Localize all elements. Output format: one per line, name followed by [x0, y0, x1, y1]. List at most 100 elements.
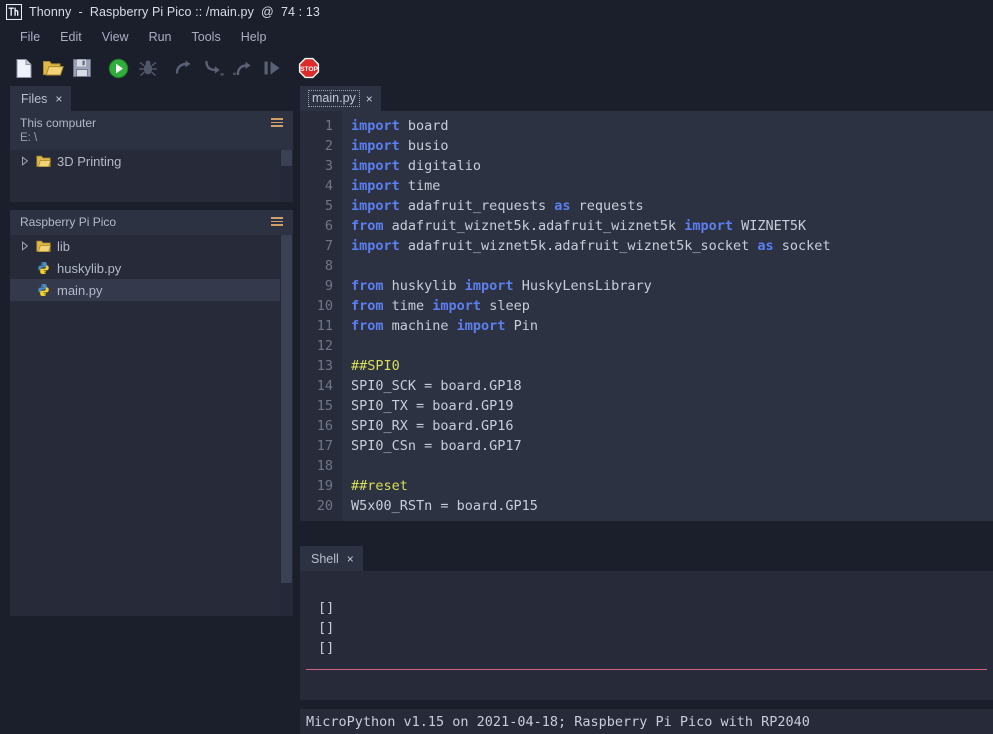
tab-files[interactable]: Files ×	[10, 86, 71, 111]
editor-tab-row: main.py ×	[300, 86, 993, 111]
code-keyword: import	[432, 298, 481, 314]
line-number: 4	[300, 176, 333, 196]
panes-divider	[10, 202, 293, 210]
device-files-scrollbar[interactable]	[280, 235, 293, 616]
save-icon	[72, 58, 92, 78]
scrollbar-thumb[interactable]	[281, 150, 292, 166]
menu-help[interactable]: Help	[231, 28, 277, 46]
menu-file[interactable]: File	[10, 28, 50, 46]
toolbar-open-file[interactable]	[39, 55, 66, 82]
toolbar-run[interactable]	[105, 55, 132, 82]
window-title-bar: Thonny - Raspberry Pi Pico :: /main.py @…	[0, 0, 993, 24]
tab-shell-label: Shell	[311, 552, 339, 566]
tab-files-label: Files	[21, 92, 47, 106]
toolbar-step-out[interactable]	[229, 55, 256, 82]
run-play-icon	[108, 58, 129, 79]
code-keyword: import	[351, 118, 400, 134]
shell-banner-line-1: MicroPython v1.15 on 2021-04-18; Raspber…	[306, 712, 993, 732]
code-line: from huskylib import HuskyLensLibrary	[351, 276, 993, 296]
window-title-text: Thonny - Raspberry Pi Pico :: /main.py @…	[29, 5, 320, 19]
list-item[interactable]: 3D Printing	[10, 150, 293, 172]
local-files-title: This computer	[20, 116, 283, 131]
toolbar-save-file[interactable]	[68, 55, 95, 82]
code-token: SPI0_RX = board.GP16	[351, 418, 514, 434]
list-item[interactable]: huskylib.py	[10, 257, 293, 279]
tab-main-py[interactable]: main.py ×	[300, 86, 381, 111]
code-keyword: from	[351, 218, 384, 234]
editor-shell-pane: main.py × 123456789101112131415161718192…	[300, 86, 993, 709]
menu-run[interactable]: Run	[139, 28, 182, 46]
tab-shell[interactable]: Shell ×	[300, 546, 363, 571]
code-keyword: from	[351, 298, 384, 314]
list-item-label: main.py	[57, 283, 103, 298]
local-files-list: 3D Printing	[10, 150, 293, 202]
local-files-path: E: \	[20, 131, 283, 146]
menu-edit[interactable]: Edit	[50, 28, 92, 46]
close-icon[interactable]: ×	[347, 553, 354, 565]
toolbar-step-over[interactable]	[171, 55, 198, 82]
menu-view[interactable]: View	[92, 28, 139, 46]
code-token: SPI0_CSn = board.GP17	[351, 438, 522, 454]
list-item[interactable]: lib	[10, 235, 293, 257]
device-files-header: Raspberry Pi Pico	[10, 210, 293, 235]
code-line: import adafruit_wiznet5k.adafruit_wiznet…	[351, 236, 993, 256]
close-icon[interactable]: ×	[366, 93, 373, 105]
toolbar-stop[interactable]: STOP	[295, 55, 322, 82]
device-files-list: lib huskylib.py main.py	[10, 235, 293, 616]
toolbar-step-into[interactable]	[200, 55, 227, 82]
code-line: import busio	[351, 136, 993, 156]
menu-tools[interactable]: Tools	[182, 28, 231, 46]
hamburger-menu-icon[interactable]	[271, 217, 283, 226]
code-line: from adafruit_wiznet5k.adafruit_wiznet5k…	[351, 216, 993, 236]
list-item[interactable]: main.py	[10, 279, 293, 301]
shell-scrollback-line: []	[318, 618, 993, 638]
code-line	[351, 256, 993, 276]
code-text[interactable]: import boardimport busioimport digitalio…	[342, 111, 993, 521]
code-line: from machine import Pin	[351, 316, 993, 336]
line-number: 2	[300, 136, 333, 156]
code-line: import board	[351, 116, 993, 136]
code-editor[interactable]: 1234567891011121314151617181920 import b…	[300, 111, 993, 521]
code-line: SPI0_CSn = board.GP17	[351, 436, 993, 456]
step-over-icon	[174, 59, 196, 77]
step-into-icon	[203, 59, 225, 77]
code-line: SPI0_RX = board.GP16	[351, 416, 993, 436]
toolbar-debug[interactable]	[134, 55, 161, 82]
close-icon[interactable]: ×	[55, 93, 62, 105]
line-number: 5	[300, 196, 333, 216]
local-files-header: This computer E: \	[10, 111, 293, 150]
toolbar-new-file[interactable]	[10, 55, 37, 82]
chevron-right-icon[interactable]	[20, 241, 30, 251]
line-number: 15	[300, 396, 333, 416]
shell-console[interactable]: [][][] MicroPython v1.15 on 2021-04-18; …	[300, 571, 993, 734]
code-token: socket	[774, 238, 831, 254]
code-token: huskylib	[384, 278, 465, 294]
scrollbar-thumb[interactable]	[281, 235, 292, 583]
local-files-scrollbar[interactable]	[280, 150, 293, 202]
line-number: 6	[300, 216, 333, 236]
local-files-panel: This computer E: \ 3D Printing	[10, 111, 293, 202]
menu-bar: File Edit View Run Tools Help	[0, 24, 993, 50]
chevron-right-icon[interactable]	[20, 156, 30, 166]
shell-scrollback-line: []	[318, 638, 993, 658]
code-keyword: from	[351, 278, 384, 294]
code-keyword: from	[351, 318, 384, 334]
python-file-icon	[36, 261, 51, 275]
device-files-panel: Raspberry Pi Pico lib	[10, 210, 293, 616]
new-file-icon	[14, 58, 34, 79]
code-keyword: import	[351, 198, 400, 214]
toolbar-resume[interactable]	[258, 55, 285, 82]
list-item-label: huskylib.py	[57, 261, 121, 276]
code-keyword: import	[351, 158, 400, 174]
stop-sign-icon: STOP	[298, 57, 320, 79]
code-line: SPI0_TX = board.GP19	[351, 396, 993, 416]
code-token: WIZNET5K	[733, 218, 806, 234]
open-folder-icon	[42, 58, 64, 78]
shell-scrollback: [][][]	[300, 571, 993, 668]
code-line: import adafruit_requests as requests	[351, 196, 993, 216]
tab-main-py-label: main.py	[308, 90, 360, 107]
code-token: adafruit_wiznet5k.adafruit_wiznet5k	[384, 218, 685, 234]
hamburger-menu-icon[interactable]	[271, 118, 283, 127]
line-number: 18	[300, 456, 333, 476]
line-number: 14	[300, 376, 333, 396]
